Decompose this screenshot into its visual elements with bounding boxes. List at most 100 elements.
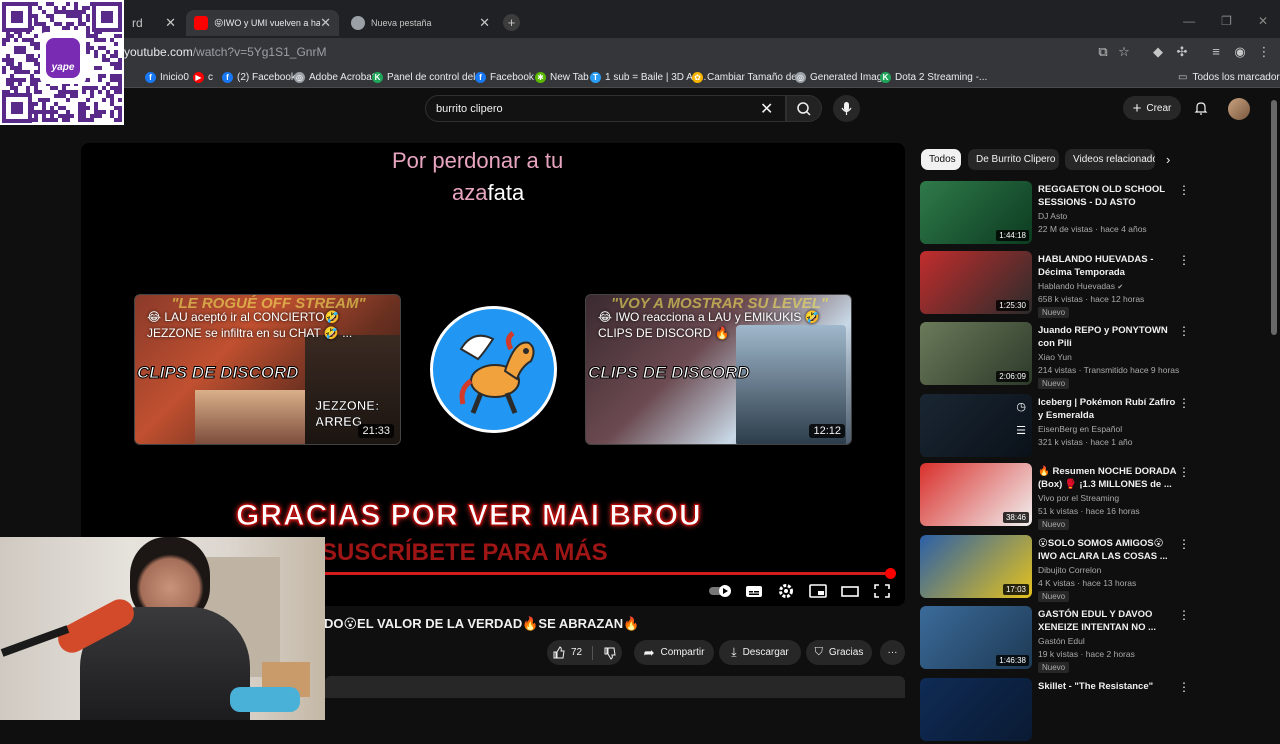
bookmark-item[interactable]: f Inicio0 [145,69,189,85]
more-options-icon[interactable]: ⋮ [1178,465,1190,479]
search-input[interactable]: burrito clipero [425,95,786,122]
chip-videos-relacionados[interactable]: Videos relacionados [1065,149,1155,170]
video-title[interactable]: 😮SOLO SOMOS AMIGOS😮 IWO ACLARA LAS COSAS… [1038,537,1178,563]
chip-todos[interactable]: Todos [921,149,961,170]
recommended-video[interactable]: ◷ ☰ Iceberg | Pokémon Rubí Zafiro y Esmera… [920,394,1190,460]
close-icon[interactable]: ✕ [479,15,490,31]
all-bookmarks-folder[interactable]: ▭ Todos los marcadores [1178,69,1280,85]
tab-nueva-pestana[interactable]: Nueva pestaña ✕ [343,10,498,36]
more-options-icon[interactable]: ⋮ [1178,680,1190,694]
tab-youtube-video[interactable]: 😝IWO y UMI vuelven a hacer I ✕ [186,10,339,36]
bookmark-item[interactable]: ▶ c [193,69,213,85]
video-title[interactable]: Iceberg | Pokémon Rubí Zafiro y Esmerald… [1038,396,1178,422]
chrome-menu-icon[interactable]: ⋮ [1256,44,1272,60]
video-thumbnail[interactable]: 17:03 [920,535,1032,598]
thumbs-down-icon[interactable] [603,646,617,660]
bookmark-item[interactable]: ◎ Adobe Acrobat [294,69,375,85]
extension-icon[interactable]: ◆ [1150,44,1166,60]
bookmark-item[interactable]: ✿ Cambiar Tamaño de... [692,69,805,85]
more-options-icon[interactable]: ⋮ [1178,253,1190,267]
more-options-icon[interactable]: ⋮ [1178,396,1190,410]
channel-name[interactable]: Dibujito Correlon [1038,565,1101,575]
download-button[interactable]: ⤓ Descargar [719,640,801,665]
bookmark-item[interactable]: T1 sub = Baile | 3D Az... [590,69,706,85]
video-title[interactable]: 🔥 Resumen NOCHE DORADA (Box) 🥊 ¡1.3 MILL… [1038,465,1178,491]
scrollbar[interactable] [1271,100,1277,335]
account-avatar[interactable] [1228,98,1250,120]
video-title[interactable]: Juando REPO y PONYTOWN con Pili [1038,324,1178,350]
channel-name[interactable]: DJ Asto [1038,211,1067,221]
watch-later-icon[interactable]: ◷ [1016,400,1026,413]
chip-de-burrito-clipero[interactable]: De Burrito Clipero [968,149,1059,170]
video-thumbnail[interactable]: 1:25:30 [920,251,1032,314]
description-box[interactable] [325,676,905,698]
recommended-video[interactable]: 1:44:18 REGGAETON OLD SCHOOL SESSIONS - D… [920,181,1190,247]
bookmark-star-icon[interactable]: ☆ [1116,44,1132,60]
more-options-icon[interactable]: ⋮ [1178,324,1190,338]
maximize-icon[interactable]: ❐ [1221,14,1232,28]
video-thumbnail[interactable]: 1:44:18 [920,181,1032,244]
recommended-video[interactable]: 17:03 😮SOLO SOMOS AMIGOS😮 IWO ACLARA LAS … [920,535,1190,602]
endscreen-video-left[interactable]: "LE ROGUÉ OFF STREAM" 😂 LAU aceptó ir al… [134,294,401,445]
chevron-right-icon[interactable]: › [1166,152,1170,167]
video-title[interactable]: REGGAETON OLD SCHOOL SESSIONS - DJ ASTO [1038,183,1178,209]
video-thumbnail[interactable]: 1:46:38 [920,606,1032,669]
add-to-queue-icon[interactable]: ☰ [1016,424,1026,437]
profile-icon[interactable]: ◉ [1232,44,1248,60]
more-options-icon[interactable]: ⋮ [1178,183,1190,197]
channel-logo-pegasus[interactable] [430,306,557,433]
recommended-video[interactable]: Skillet - "The Resistance" ⋮ [920,678,1190,744]
more-options-icon[interactable]: ⋮ [1178,537,1190,551]
recommended-video[interactable]: 1:46:38 GASTÓN EDUL Y DAVOO XENEIZE INTEN… [920,606,1190,673]
bookmark-item[interactable]: ◎ Generated Image [795,69,888,85]
theater-mode-icon[interactable] [840,583,860,599]
new-tab-button[interactable]: + [503,14,520,31]
video-thumbnail[interactable] [920,678,1032,741]
more-actions-button[interactable]: ··· [880,640,905,665]
channel-name[interactable]: EisenBerg en Español [1038,424,1122,434]
settings-gear-icon[interactable] [776,583,796,599]
minimize-icon[interactable]: — [1183,14,1195,28]
video-thumbnail[interactable]: ◷ ☰ [920,394,1032,457]
like-button[interactable]: 72 [552,645,582,660]
notifications-bell-icon[interactable] [1193,100,1209,116]
channel-name[interactable]: Xiao Yun [1038,352,1072,362]
bookmark-item[interactable]: K Dota 2 Streaming -... [880,69,987,85]
autoplay-toggle[interactable] [708,583,731,599]
recommended-video[interactable]: 2:06:09 Juando REPO y PONYTOWN con Pili Xi… [920,322,1190,389]
search-button[interactable] [786,95,822,122]
more-options-icon[interactable]: ⋮ [1178,608,1190,622]
share-button[interactable]: ➦ Compartir [634,640,714,665]
close-window-icon[interactable]: ✕ [1258,14,1268,28]
media-control-icon[interactable]: ≡ [1208,44,1224,60]
channel-name[interactable]: Hablando Huevadas ✔ [1038,281,1123,291]
address-bar[interactable]: youtube.com/watch?v=5Yg1S1_GnrM [124,41,1144,63]
subtitles-icon[interactable] [744,583,764,599]
create-button[interactable]: + Crear [1123,96,1181,120]
bookmark-item[interactable]: ✱ New Tab [535,69,589,85]
video-thumbnail[interactable]: 38:46 [920,463,1032,526]
tab-partial[interactable]: rd ✕ [124,10,184,36]
miniplayer-icon[interactable] [808,583,828,599]
progress-scrubber[interactable] [885,568,896,579]
channel-name[interactable]: Gastón Edul [1038,636,1085,646]
video-title[interactable]: HABLANDO HUEVADAS - Décima Temporada [RI… [1038,253,1178,279]
recommended-video[interactable]: 38:46 🔥 Resumen NOCHE DORADA (Box) 🥊 ¡1.3… [920,463,1190,530]
close-icon[interactable]: ✕ [320,15,331,31]
endscreen-video-right[interactable]: "VOY A MOSTRAR SU LEVEL" 😂 IWO reacciona… [585,294,852,445]
bookmark-item[interactable]: f Facebook [475,69,534,85]
bookmark-item[interactable]: K Panel de control del... [372,69,484,85]
clear-search-icon[interactable]: ✕ [760,99,773,119]
video-title[interactable]: Skillet - "The Resistance" [1038,680,1178,693]
video-title[interactable]: GASTÓN EDUL Y DAVOO XENEIZE INTENTAN NO … [1038,608,1178,634]
bookmark-item[interactable]: f (2) Facebook [222,69,296,85]
puzzle-extensions-icon[interactable]: ✣ [1174,44,1190,60]
install-app-icon[interactable]: ⧉ [1095,44,1111,60]
channel-name[interactable]: Vivo por el Streaming [1038,493,1119,503]
thanks-button[interactable]: ⛉ Gracias [806,640,872,665]
voice-search-button[interactable] [833,95,860,122]
close-icon[interactable]: ✕ [165,15,176,31]
fullscreen-icon[interactable] [872,583,892,599]
progress-bar[interactable] [324,572,890,575]
video-thumbnail[interactable]: 2:06:09 [920,322,1032,385]
